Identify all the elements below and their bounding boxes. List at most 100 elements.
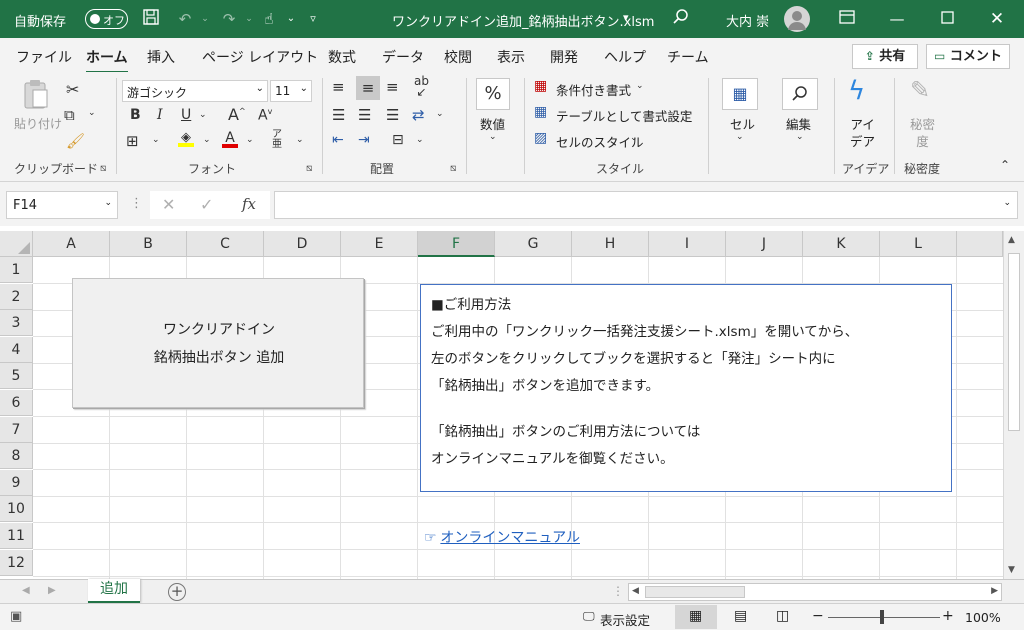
cell-styles-icon[interactable]: ▨ [534, 130, 547, 146]
row-header-9[interactable]: 9 [0, 469, 33, 496]
scroll-right-icon[interactable]: ▶ [991, 586, 998, 596]
sheet-tab-add[interactable]: 追加 [88, 579, 140, 603]
column-header-partial[interactable] [957, 231, 1003, 257]
title-dropdown-icon[interactable]: ▾ [623, 11, 629, 24]
share-button[interactable]: ⇪ 共有 [852, 44, 918, 69]
merge-dropdown-icon[interactable]: ⌄ [416, 135, 424, 145]
wrap-dropdown-icon[interactable]: ⌄ [436, 109, 444, 119]
column-header-i[interactable]: I [649, 231, 726, 257]
format-painter-icon[interactable]: 🖌 [66, 132, 85, 150]
underline-dropdown-icon[interactable]: ⌄ [199, 110, 207, 120]
alignment-launcher-icon[interactable]: ⧅ [450, 163, 456, 174]
maximize-icon[interactable] [936, 8, 958, 30]
format-as-table-button[interactable]: テーブルとして書式設定 [556, 106, 692, 125]
scroll-left-icon[interactable]: ◀ [632, 586, 639, 596]
align-left-icon[interactable]: ☰ [332, 106, 345, 124]
font-launcher-icon[interactable]: ⧅ [306, 163, 312, 174]
bold-icon[interactable]: B [130, 107, 141, 123]
row-header-1[interactable]: 1 [0, 257, 33, 283]
orientation-icon[interactable]: ab ↙ [414, 75, 429, 98]
scroll-thumb[interactable] [1008, 253, 1020, 431]
borders-dropdown-icon[interactable]: ⌄ [152, 135, 160, 145]
align-center-icon[interactable]: ☰ [358, 106, 371, 124]
cells-icon[interactable]: ▦ [722, 78, 758, 110]
tab-insert[interactable]: 挿入 [147, 47, 175, 67]
editing-dropdown-icon[interactable]: ⌄ [796, 132, 804, 142]
fill-color-icon[interactable]: ◈ [178, 130, 194, 147]
clipboard-launcher-icon[interactable]: ⧅ [100, 163, 106, 174]
wrap-text-icon[interactable]: ⇄ [412, 106, 425, 124]
tab-view[interactable]: 表示 [497, 47, 525, 67]
autosave-toggle[interactable]: オフ [85, 9, 128, 29]
redo-icon[interactable]: ↷ [218, 8, 240, 30]
phonetic-dropdown-icon[interactable]: ⌄ [296, 135, 304, 145]
font-size-select[interactable]: 11 ⌄ [270, 80, 312, 102]
cancel-icon[interactable]: ✕ [162, 195, 175, 214]
format-table-icon[interactable]: ▦ [534, 104, 547, 120]
underline-icon[interactable]: U [181, 107, 191, 123]
column-header-b[interactable]: B [110, 231, 187, 257]
manual-link[interactable]: ☞ オンラインマニュアル [424, 527, 580, 547]
row-header-12[interactable]: 12 [0, 549, 33, 576]
percent-icon[interactable]: % [476, 78, 510, 110]
horizontal-scrollbar[interactable]: ◀ ▶ [628, 583, 1002, 601]
avatar[interactable] [784, 6, 810, 32]
tab-help[interactable]: ヘルプ [604, 47, 646, 67]
name-box[interactable]: F14 ⌄ [6, 191, 118, 219]
align-top-icon[interactable]: ≡ [332, 78, 345, 96]
formula-input[interactable]: ⌄ [274, 191, 1018, 219]
select-all-corner[interactable] [0, 231, 33, 257]
scroll-down-icon[interactable]: ▼ [1008, 565, 1015, 575]
cells-dropdown-icon[interactable]: ⌄ [736, 132, 744, 142]
column-header-c[interactable]: C [187, 231, 264, 257]
h-scroll-thumb[interactable] [645, 586, 745, 598]
chevron-down-icon[interactable]: ⌄ [682, 107, 690, 117]
row-header-5[interactable]: 5 [0, 363, 33, 390]
column-header-e[interactable]: E [341, 231, 418, 257]
zoom-level[interactable]: 100% [965, 610, 1001, 625]
fill-color-dropdown-icon[interactable]: ⌄ [203, 135, 211, 145]
decrease-font-icon[interactable]: Av [258, 107, 272, 124]
column-header-d[interactable]: D [264, 231, 341, 257]
increase-indent-icon[interactable]: ⇥ [358, 132, 370, 148]
column-header-f[interactable]: F [418, 231, 495, 257]
instructions-textbox[interactable]: ■ご利用方法 ご利用中の「ワンクリック一括発注支援シート.xlsm」を開いてから… [420, 284, 952, 492]
column-header-g[interactable]: G [495, 231, 572, 257]
add-extract-button[interactable]: ワンクリアドイン 銘柄抽出ボタン 追加 [72, 278, 364, 408]
minimize-icon[interactable]: — [886, 8, 908, 30]
row-header-6[interactable]: 6 [0, 390, 33, 416]
save-icon[interactable] [140, 8, 162, 30]
column-header-j[interactable]: J [726, 231, 803, 257]
vertical-scrollbar[interactable]: ▲ ▼ [1003, 231, 1024, 579]
zoom-slider-thumb[interactable] [880, 610, 884, 624]
italic-icon[interactable]: I [157, 107, 163, 123]
align-bottom-icon[interactable]: ≡ [386, 78, 399, 96]
tab-review[interactable]: 校閲 [444, 47, 472, 67]
new-sheet-icon[interactable]: + [168, 583, 186, 601]
page-break-view-icon[interactable]: ◫ [776, 608, 789, 624]
editing-label[interactable]: 編集 [786, 114, 811, 133]
prev-sheet-icon[interactable]: ◀ [22, 585, 30, 596]
enter-icon[interactable]: ✓ [200, 195, 213, 214]
tab-developer[interactable]: 開発 [550, 47, 578, 67]
column-header-h[interactable]: H [572, 231, 649, 257]
phonetic-icon[interactable]: ア亜 [272, 130, 282, 150]
tab-split-icon[interactable]: ⋮ [612, 584, 624, 598]
conditional-format-icon[interactable]: ▦ [534, 78, 547, 94]
tab-home[interactable]: ホーム [86, 47, 128, 74]
align-right-icon[interactable]: ☰ [386, 106, 399, 124]
file-title[interactable]: ワンクリアドイン追加_銘柄抽出ボタン.xlsm [392, 11, 654, 30]
borders-icon[interactable]: ⊞ [126, 132, 139, 150]
undo-dropdown-icon[interactable]: ⌄ [194, 8, 216, 30]
scroll-up-icon[interactable]: ▲ [1008, 235, 1015, 245]
row-header-3[interactable]: 3 [0, 310, 33, 337]
cut-icon[interactable]: ✂ [66, 80, 79, 99]
decrease-indent-icon[interactable]: ⇤ [332, 132, 344, 148]
conditional-format-button[interactable]: 条件付き書式 [556, 80, 631, 99]
cells-label[interactable]: セル [730, 114, 755, 133]
chevron-down-icon[interactable]: ⌄ [636, 81, 644, 91]
display-settings-icon[interactable]: 🖵 [583, 609, 595, 624]
redo-dropdown-icon[interactable]: ⌄ [238, 8, 260, 30]
number-label[interactable]: 数値 [480, 114, 505, 133]
expand-formula-icon[interactable]: ⌄ [1003, 198, 1011, 208]
